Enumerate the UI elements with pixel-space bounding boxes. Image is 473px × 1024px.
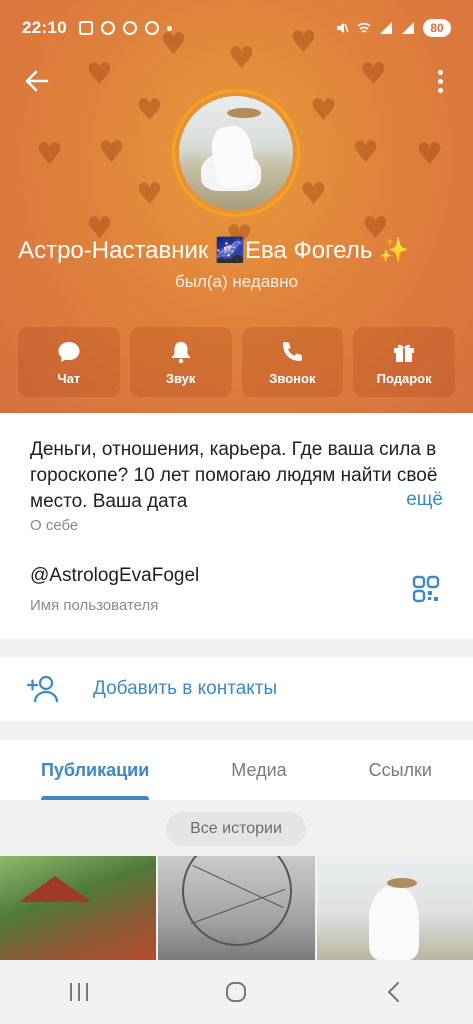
clock: 22:10	[22, 18, 67, 37]
username[interactable]: @AstrologEvaFogel	[30, 565, 199, 587]
profile-header: ♥ ♥ ♥ ♥ ♥ ♥ ♥ ♥ ♥ ♥ ♥ ♥ ♥ ♥ ♥ ♥ 22:10 80	[0, 0, 473, 413]
add-to-contacts-button[interactable]: Добавить в контакты	[0, 657, 473, 721]
cloud-icon	[144, 21, 159, 35]
signal-icon	[402, 22, 414, 34]
message-icon	[122, 21, 137, 35]
screenshot-icon	[78, 21, 93, 35]
home-icon	[226, 982, 247, 1002]
wifi-icon	[357, 22, 371, 33]
back-button[interactable]	[374, 972, 414, 1012]
story-thumbnail-chart[interactable]	[158, 856, 315, 960]
chat-button[interactable]: Чат	[18, 327, 120, 397]
heart-pattern-icon: ♥	[36, 137, 63, 172]
whatsapp-icon	[100, 21, 115, 35]
recent-apps-icon	[69, 983, 88, 1001]
action-buttons: Чат Звук Звонок Подарок	[18, 327, 455, 397]
profile-info-section: Деньги, отношения, карьера. Где ваша сил…	[0, 413, 473, 639]
back-arrow-icon[interactable]	[22, 66, 52, 96]
qr-code-icon[interactable]	[412, 575, 440, 603]
mute-icon	[337, 23, 349, 33]
heart-pattern-icon: ♥	[86, 57, 113, 92]
battery-indicator: 80	[423, 19, 451, 37]
add-user-icon	[26, 675, 59, 703]
story-thumbnail-photo[interactable]	[316, 856, 473, 960]
phone-icon	[283, 341, 303, 361]
call-button[interactable]: Звонок	[241, 327, 344, 397]
profile-name: Астро-Наставник 🌌Ева Фогель ✨	[0, 236, 473, 272]
heart-pattern-icon: ♥	[310, 93, 337, 128]
home-button[interactable]	[216, 972, 256, 1012]
last-seen-status: был(а) недавно	[174, 272, 299, 291]
recent-apps-button[interactable]	[59, 972, 99, 1012]
heart-pattern-icon: ♥	[98, 135, 125, 170]
tab-links[interactable]: Ссылки	[369, 740, 432, 800]
chat-label: Чат	[57, 370, 81, 386]
story-thumbnail-temple[interactable]	[0, 856, 157, 960]
sound-button[interactable]: Звук	[129, 327, 232, 397]
all-stories-button[interactable]: Все истории	[166, 812, 306, 846]
bio-label: О себе	[30, 517, 79, 534]
add-to-contacts-label: Добавить в контакты	[93, 678, 278, 699]
bell-icon	[171, 341, 190, 363]
heart-pattern-icon: ♥	[136, 93, 163, 128]
gift-label: Подарок	[376, 370, 432, 386]
system-nav-bar	[0, 960, 473, 1024]
back-chevron-icon	[387, 982, 400, 1002]
chat-icon	[58, 341, 80, 362]
notification-dot-icon	[166, 25, 172, 31]
heart-pattern-icon: ♥	[352, 135, 379, 170]
sound-label: Звук	[165, 370, 196, 386]
heart-pattern-icon: ♥	[416, 137, 443, 172]
status-bar: 22:10 80	[0, 0, 473, 56]
more-options-icon[interactable]	[428, 66, 452, 96]
stories-grid	[0, 856, 473, 960]
profile-name-text: Астро-Наставник 🌌Ева Фогель ✨	[18, 237, 409, 264]
gift-button[interactable]: Подарок	[353, 327, 455, 397]
content-tabs: Публикации Медиа Ссылки	[0, 740, 473, 800]
avatar[interactable]	[172, 89, 300, 217]
bio-more-link[interactable]: ещё	[366, 489, 443, 511]
signal-icon	[380, 22, 392, 34]
tab-publications[interactable]: Публикации	[40, 740, 150, 800]
tab-media[interactable]: Медиа	[231, 740, 286, 800]
heart-pattern-icon: ♥	[360, 57, 387, 92]
gift-icon	[394, 344, 415, 362]
call-label: Звонок	[269, 370, 316, 386]
heart-pattern-icon: ♥	[136, 177, 163, 212]
username-label: Имя пользователя	[30, 597, 159, 614]
heart-pattern-icon: ♥	[300, 177, 327, 212]
avatar-photo	[179, 96, 293, 210]
